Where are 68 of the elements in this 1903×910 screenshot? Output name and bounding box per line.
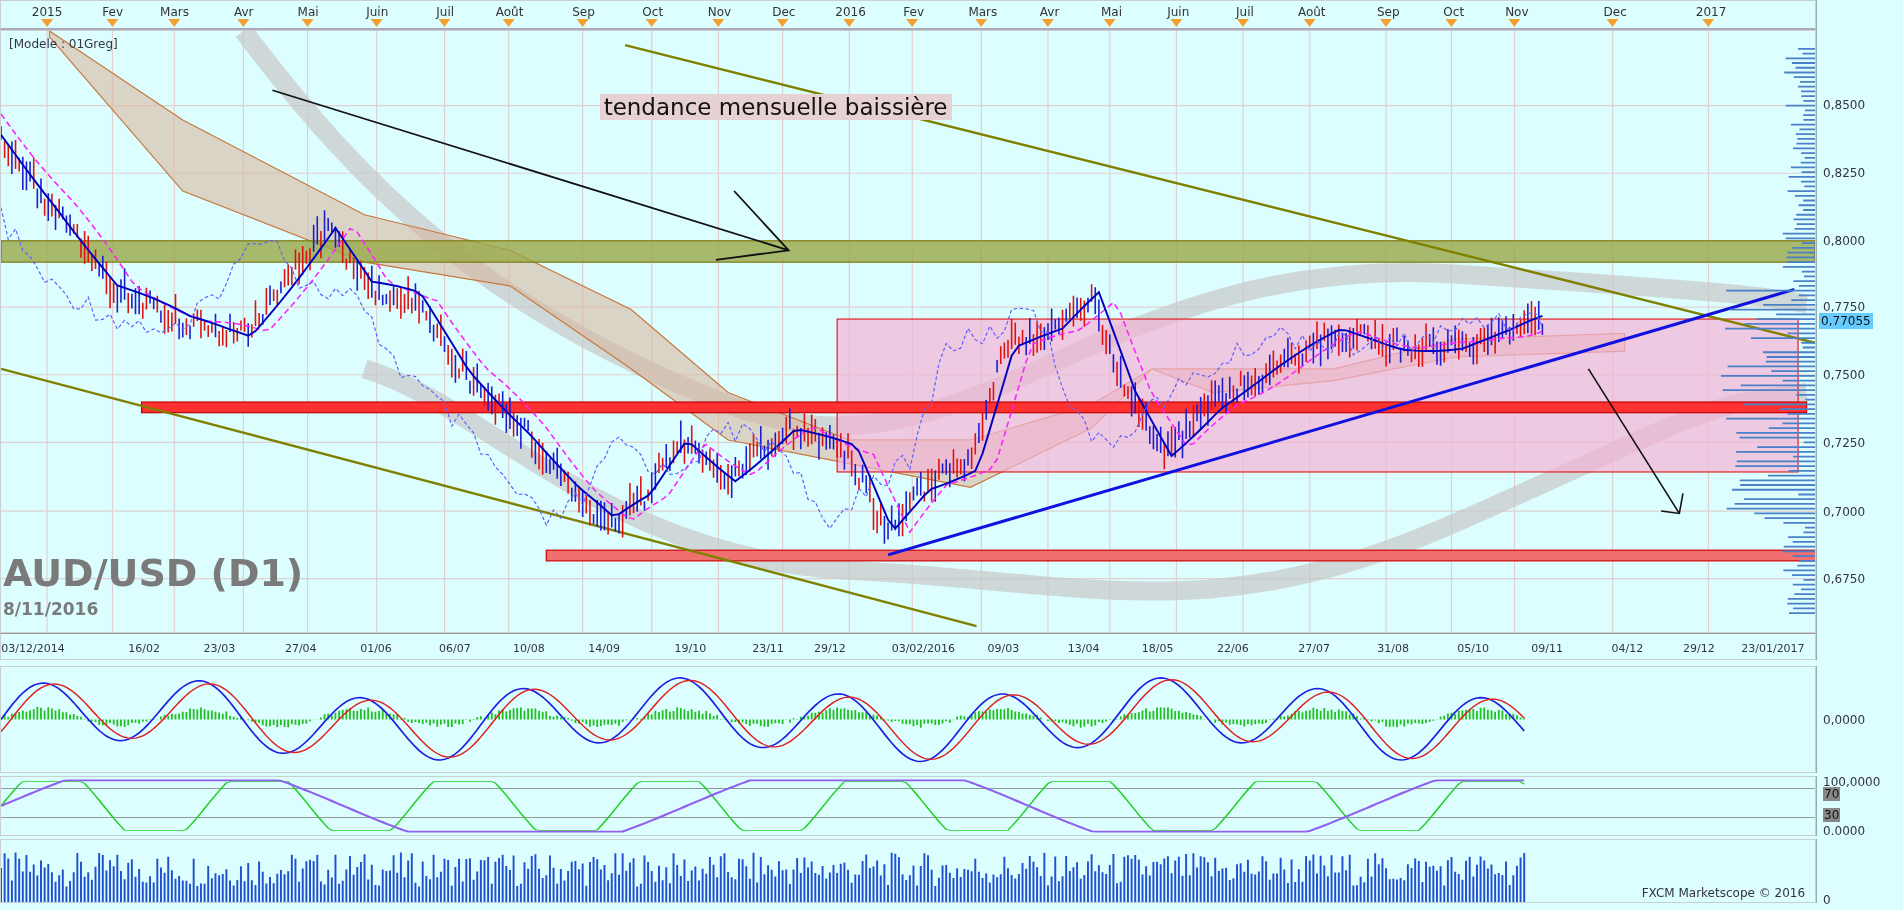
month-label: Avr: [1039, 5, 1060, 19]
month-label: Dec: [772, 5, 796, 19]
symbol-title: AUD/USD (D1): [3, 550, 304, 595]
price-label: 0,7250: [1823, 435, 1866, 450]
month-label: Juil: [436, 5, 455, 19]
month-label: Avr: [233, 5, 254, 19]
month-label: 2017: [1695, 5, 1727, 19]
month-label: Juin: [366, 5, 389, 19]
axis-label: 0.0000: [1823, 824, 1866, 839]
month-label: Mai: [1100, 5, 1122, 19]
axis-label: 0,0000: [1823, 712, 1866, 727]
date-label: 19/10: [674, 642, 707, 655]
date-label: 23/01/2017: [1741, 642, 1805, 655]
date-label: 13/04: [1067, 642, 1100, 655]
date-label: 18/05: [1141, 642, 1174, 655]
level-label: 30: [1823, 808, 1841, 822]
date-label: 29/12: [1683, 642, 1715, 655]
date-label: 09/03: [987, 642, 1020, 655]
date-label: 05/10: [1457, 642, 1489, 655]
month-label: Juin: [1167, 5, 1190, 19]
month-label: Dec: [1603, 5, 1627, 19]
month-label: Mars: [968, 5, 998, 19]
date-label: 09/11: [1531, 642, 1564, 655]
month-label: Fev: [903, 5, 924, 19]
month-label: Fev: [102, 5, 123, 19]
price-label: 0,7750: [1823, 300, 1866, 315]
price-label: 0,7500: [1823, 367, 1866, 382]
axis-label: 0: [1823, 893, 1831, 908]
price-label: 0,8000: [1823, 233, 1866, 248]
price-label: 0,6750: [1823, 572, 1866, 587]
price-label: 0,8500: [1823, 97, 1866, 112]
month-label: 2016: [835, 5, 866, 19]
current-price-badge: 0,77055: [1819, 313, 1873, 330]
month-label: Nov: [707, 5, 732, 19]
level-label: 70: [1823, 787, 1841, 801]
month-label: Août: [1297, 5, 1326, 19]
copyright-text: FXCM Marketscope © 2016: [1641, 886, 1806, 900]
chart-date: 8/11/2016: [3, 598, 99, 619]
month-label: 2015: [31, 5, 63, 19]
month-label: Juil: [1236, 5, 1254, 19]
date-label: 27/07: [1298, 642, 1330, 655]
month-label: Sep: [572, 5, 595, 19]
date-label: 01/06: [360, 642, 392, 655]
month-label: Mars: [160, 5, 189, 19]
month-label: Oct: [642, 5, 664, 19]
date-label: 23/11: [752, 642, 784, 655]
month-label: Oct: [1443, 5, 1465, 19]
month-label: Août: [495, 5, 524, 19]
month-label: Sep: [1376, 5, 1400, 19]
date-label: 06/07: [439, 642, 471, 655]
date-label: 31/08: [1377, 642, 1409, 655]
axis-label: 100,0000: [1823, 775, 1881, 789]
date-label: 22/06: [1217, 642, 1249, 655]
date-label: 03/12/2014: [1, 642, 65, 655]
price-label: 0,7000: [1823, 504, 1866, 519]
price-label: 0,8250: [1823, 165, 1866, 180]
date-label: 27/04: [284, 642, 317, 655]
date-label: 10/08: [513, 642, 545, 655]
date-label: 29/12: [814, 642, 846, 655]
date-label: 23/03: [203, 642, 236, 655]
date-label: 03/02/2016: [891, 642, 956, 655]
month-label: Nov: [1505, 5, 1529, 19]
date-label: 14/09: [588, 642, 620, 655]
annotation-text: tendance mensuelle baissière: [599, 94, 952, 121]
template-label: [Modele : 01Greg]: [9, 37, 118, 51]
date-label: 04/12: [1611, 642, 1644, 655]
month-label: Mai: [297, 5, 319, 19]
date-label: 16/02: [128, 642, 161, 655]
